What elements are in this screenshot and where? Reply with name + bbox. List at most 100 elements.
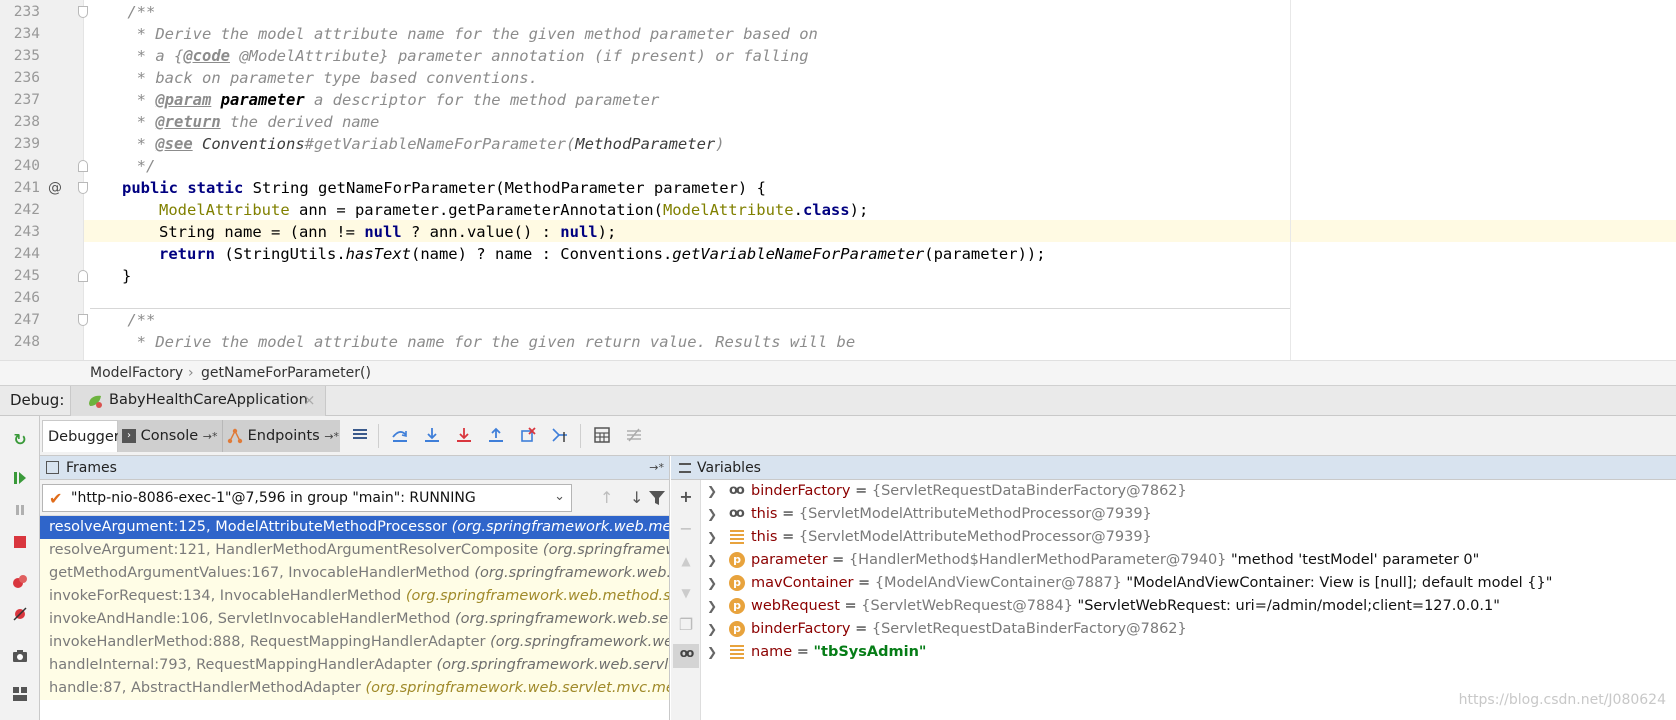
add-watch-icon[interactable]: + — [677, 488, 695, 506]
code-editor[interactable]: 233 234 235 236 237 238 239 240 241 242 … — [0, 0, 1676, 360]
variable-row[interactable]: ❯ p parameter = {HandlerMethod$HandlerMe… — [701, 549, 1676, 572]
frame-method: invokeForRequest:134, InvocableHandlerMe… — [49, 588, 402, 604]
frame-method: getMethodArgumentValues:167, InvocableHa… — [49, 565, 470, 581]
annotation-type: ModelAttribute — [662, 201, 794, 219]
camera-icon[interactable] — [10, 648, 30, 668]
remove-watch-icon[interactable]: − — [677, 520, 695, 538]
frames-title: Frames — [66, 460, 117, 476]
previous-frame-icon[interactable]: ↑ — [600, 488, 613, 507]
code-token: * — [90, 135, 156, 153]
code-token: String getNameForParameter(MethodParamet… — [243, 179, 766, 197]
trace-stream-icon[interactable] — [624, 426, 644, 446]
parameter-glyph: p — [729, 621, 745, 637]
frame-method: invokeAndHandle:106, ServletInvocableHan… — [49, 611, 451, 627]
tab-endpoints[interactable]: Endpoints →* — [222, 420, 340, 452]
layout-icon[interactable] — [10, 686, 30, 706]
evaluate-expression-icon[interactable] — [592, 426, 612, 446]
code-token: . — [793, 201, 803, 219]
variable-equals: = — [853, 575, 875, 591]
mute-breakpoints-icon[interactable] — [10, 606, 30, 626]
variable-row[interactable]: ❯ p mavContainer = {ModelAndViewContaine… — [701, 572, 1676, 595]
breadcrumb-class[interactable]: ModelFactory — [90, 361, 183, 385]
variable-type: {ServletModelAttributeMethodProcessor@79… — [798, 529, 1152, 545]
variable-type: {ServletModelAttributeMethodProcessor@79… — [798, 506, 1152, 522]
frame-item[interactable]: invokeAndHandle:106, ServletInvocableHan… — [40, 608, 669, 631]
chevron-right-icon[interactable]: ❯ — [707, 641, 717, 664]
variable-row[interactable]: ❯ p binderFactory = {ServletRequestDataB… — [701, 618, 1676, 641]
javadoc-ref[interactable]: Conventions — [202, 135, 305, 153]
chevron-right-icon[interactable]: ❯ — [707, 503, 717, 526]
copy-icon[interactable]: ❐ — [677, 616, 695, 634]
close-icon[interactable]: × — [303, 391, 316, 409]
tab-debugger[interactable]: Debugger — [42, 420, 120, 452]
frame-item[interactable]: resolveArgument:121, HandlerMethodArgume… — [40, 539, 669, 562]
code-line: ModelAttribute ann = parameter.getParame… — [159, 199, 868, 221]
chevron-right-icon[interactable]: ❯ — [707, 526, 717, 549]
force-step-into-icon[interactable] — [454, 426, 474, 446]
frame-item[interactable]: getMethodArgumentValues:167, InvocableHa… — [40, 562, 669, 585]
run-config-tab[interactable]: BabyHealthCareApplication × — [70, 386, 326, 416]
chevron-right-icon[interactable]: ❯ — [707, 549, 717, 572]
variable-row[interactable]: ❯ this = {ServletModelAttributeMethodPro… — [701, 526, 1676, 549]
editor-gutter[interactable]: 233 234 235 236 237 238 239 240 241 242 … — [0, 0, 88, 360]
tab-console[interactable]: › Console →* — [118, 420, 222, 452]
variable-row[interactable]: ❯ name = "tbSysAdmin" — [701, 641, 1676, 664]
resume-icon[interactable] — [10, 470, 30, 490]
implements-marker-icon[interactable]: @ — [48, 177, 62, 199]
frame-item[interactable]: handleInternal:793, RequestMappingHandle… — [40, 654, 669, 677]
breadcrumb-method[interactable]: getNameForParameter() — [201, 361, 371, 385]
variables-header: Variables — [671, 456, 1676, 480]
drop-frame-icon[interactable] — [518, 426, 538, 446]
chevron-right-icon[interactable]: ❯ — [707, 595, 717, 618]
watermark: https://blog.csdn.net/J080624 — [1458, 692, 1666, 708]
view-breakpoints-icon[interactable] — [10, 574, 30, 594]
step-out-icon[interactable] — [486, 426, 506, 446]
move-up-icon[interactable]: ▲ — [677, 552, 695, 570]
line-number: 238 — [13, 114, 40, 130]
variable-name: this — [751, 529, 778, 545]
parameter-glyph: p — [729, 598, 745, 614]
code-line: * @return the derived name — [90, 111, 380, 133]
javadoc-ref[interactable]: MethodParameter — [575, 135, 715, 153]
chevron-right-icon[interactable]: ❯ — [707, 618, 717, 641]
debug-tool-window-header: Debug: BabyHealthCareApplication × — [0, 386, 1676, 416]
frame-item[interactable]: invokeForRequest:134, InvocableHandlerMe… — [40, 585, 669, 608]
breadcrumb-separator: › — [188, 365, 194, 381]
thread-dropdown[interactable]: ✔ "http-nio-8086-exec-1"@7,596 in group … — [42, 484, 572, 512]
stop-icon[interactable] — [10, 534, 30, 554]
run-to-cursor-icon[interactable] — [550, 426, 570, 446]
pin-icon[interactable]: →* — [649, 456, 664, 480]
code-area[interactable]: /** * Derive the model attribute name fo… — [90, 0, 1676, 360]
rerun-icon[interactable]: ↻ — [10, 430, 30, 450]
variable-row[interactable]: ❯ oo binderFactory = {ServletRequestData… — [701, 480, 1676, 503]
variable-row[interactable]: ❯ p webRequest = {ServletWebRequest@7884… — [701, 595, 1676, 618]
filter-icon[interactable] — [648, 489, 666, 507]
chevron-right-icon[interactable]: ❯ — [707, 572, 717, 595]
spring-boot-icon — [89, 395, 102, 408]
menu-icon[interactable] — [350, 426, 370, 446]
code-token: ann = parameter.getParameterAnnotation( — [289, 201, 663, 219]
camera-glyph — [13, 650, 27, 662]
fold-marker-icon[interactable] — [78, 160, 88, 172]
debug-side-toolbar: ↻ — [0, 416, 40, 720]
fold-marker-icon[interactable] — [78, 270, 88, 282]
frame-item[interactable]: handle:87, AbstractHandlerMethodAdapter … — [40, 677, 669, 700]
variable-row[interactable]: ❯ oo this = {ServletModelAttributeMethod… — [701, 503, 1676, 526]
step-over-icon[interactable] — [390, 426, 410, 446]
frame-item[interactable]: invokeHandlerMethod:888, RequestMappingH… — [40, 631, 669, 654]
move-down-icon[interactable]: ▼ — [677, 584, 695, 602]
code-line: } — [122, 267, 132, 285]
frame-item[interactable]: resolveArgument:125, ModelAttributeMetho… — [40, 516, 669, 539]
show-watches-icon[interactable]: oo — [673, 644, 699, 668]
fold-marker-icon[interactable] — [78, 182, 88, 194]
pause-icon[interactable] — [10, 502, 30, 522]
next-frame-icon[interactable]: ↓ — [630, 488, 643, 507]
code-token: * — [90, 91, 156, 109]
watch-glyph: oo — [729, 506, 745, 521]
code-token: String name = (ann != — [159, 223, 365, 241]
fold-marker-icon[interactable] — [78, 314, 88, 326]
step-into-icon[interactable] — [422, 426, 442, 446]
fold-marker-icon[interactable] — [78, 6, 88, 18]
variable-value: "method 'testModel' parameter 0" — [1226, 552, 1480, 568]
chevron-right-icon[interactable]: ❯ — [707, 480, 717, 503]
